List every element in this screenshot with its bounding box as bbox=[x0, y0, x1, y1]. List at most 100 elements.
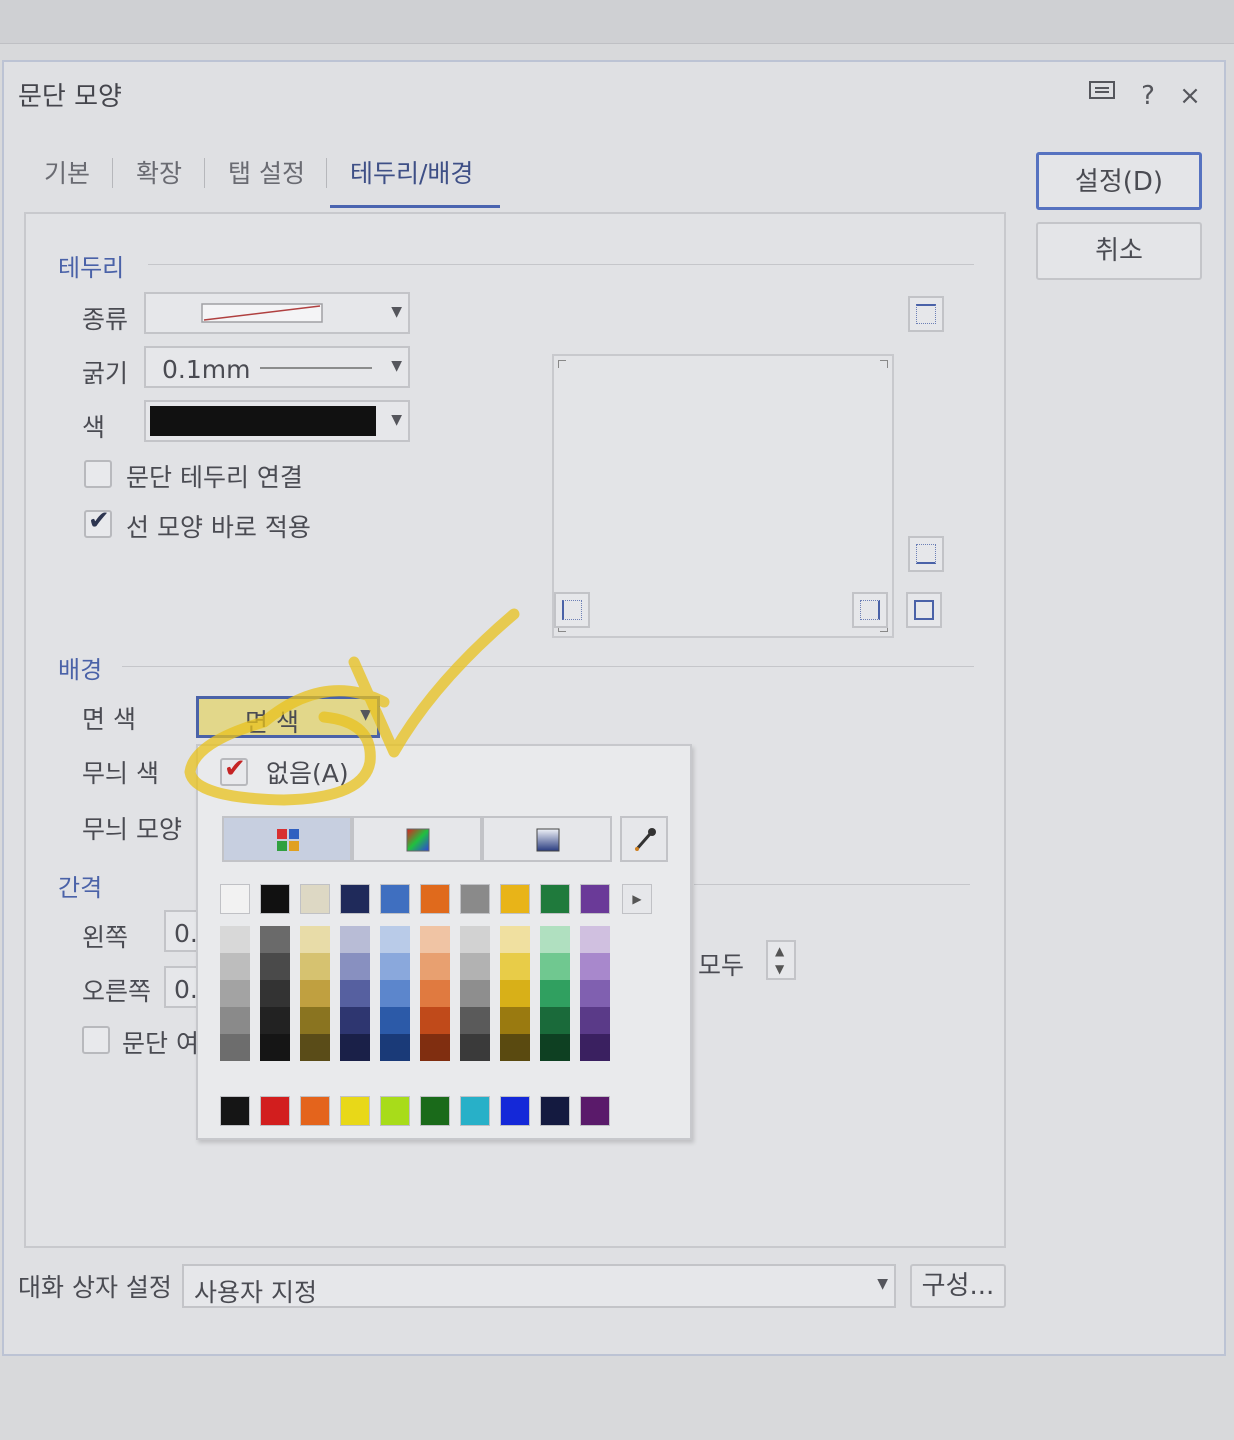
color-swatch[interactable] bbox=[580, 1034, 610, 1061]
border-color-select[interactable]: ▼ bbox=[144, 400, 410, 442]
tab-extended[interactable]: 확장 bbox=[136, 154, 182, 190]
palette-tab-spectrum[interactable] bbox=[352, 816, 482, 862]
color-swatch[interactable] bbox=[580, 926, 610, 953]
color-swatch[interactable] bbox=[220, 1096, 250, 1126]
color-swatch[interactable] bbox=[580, 884, 610, 914]
tab-basic[interactable]: 기본 bbox=[44, 154, 90, 190]
close-icon[interactable]: × bbox=[1172, 78, 1208, 114]
color-swatch[interactable] bbox=[220, 1007, 250, 1034]
color-swatch[interactable] bbox=[220, 884, 250, 914]
color-swatch[interactable] bbox=[500, 1034, 530, 1061]
color-swatch[interactable] bbox=[580, 980, 610, 1007]
color-swatch[interactable] bbox=[220, 980, 250, 1007]
color-swatch[interactable] bbox=[420, 980, 450, 1007]
palette-tab-basic[interactable] bbox=[222, 816, 352, 862]
color-swatch[interactable] bbox=[420, 1034, 450, 1061]
comment-icon[interactable] bbox=[1084, 78, 1120, 114]
color-swatch[interactable] bbox=[540, 953, 570, 980]
bottom-border-button[interactable] bbox=[908, 536, 944, 572]
color-swatch[interactable] bbox=[500, 980, 530, 1007]
face-color-select[interactable]: 면 색 ▼ bbox=[196, 696, 380, 738]
color-swatch[interactable] bbox=[500, 884, 530, 914]
tab-tab-settings[interactable]: 탭 설정 bbox=[228, 154, 305, 190]
no-color-checkbox[interactable]: ✔ bbox=[220, 754, 248, 786]
color-swatch[interactable] bbox=[420, 953, 450, 980]
color-swatch[interactable] bbox=[300, 980, 330, 1007]
color-swatch[interactable] bbox=[420, 1007, 450, 1034]
all-borders-button[interactable] bbox=[906, 592, 942, 628]
color-swatch[interactable] bbox=[380, 1007, 410, 1034]
color-swatch[interactable] bbox=[340, 884, 370, 914]
color-swatch[interactable] bbox=[580, 1007, 610, 1034]
ok-button[interactable]: 설정(D) bbox=[1036, 152, 1202, 210]
color-swatch[interactable] bbox=[340, 926, 370, 953]
color-swatch[interactable] bbox=[500, 1007, 530, 1034]
color-swatch[interactable] bbox=[580, 1096, 610, 1126]
color-swatch[interactable] bbox=[420, 884, 450, 914]
no-color-label[interactable]: 없음(A) bbox=[266, 754, 349, 790]
color-swatch[interactable] bbox=[380, 884, 410, 914]
color-swatch[interactable] bbox=[580, 953, 610, 980]
color-swatch[interactable] bbox=[460, 980, 490, 1007]
color-swatch[interactable] bbox=[380, 980, 410, 1007]
color-swatch[interactable] bbox=[540, 1034, 570, 1061]
color-swatch[interactable] bbox=[460, 1007, 490, 1034]
color-swatch[interactable] bbox=[460, 953, 490, 980]
more-colors-arrow[interactable]: ▶ bbox=[622, 884, 652, 914]
color-swatch[interactable] bbox=[260, 1096, 290, 1126]
color-swatch[interactable] bbox=[340, 1096, 370, 1126]
color-swatch[interactable] bbox=[500, 1096, 530, 1126]
color-swatch[interactable] bbox=[380, 1096, 410, 1126]
color-swatch[interactable] bbox=[300, 1096, 330, 1126]
border-width-select[interactable]: 0.1mm ▼ bbox=[144, 346, 410, 388]
color-swatch[interactable] bbox=[340, 953, 370, 980]
color-swatch[interactable] bbox=[300, 953, 330, 980]
color-swatch[interactable] bbox=[220, 953, 250, 980]
color-swatch[interactable] bbox=[460, 884, 490, 914]
paragraph-option-checkbox[interactable] bbox=[82, 1026, 110, 1054]
border-preview-area[interactable] bbox=[552, 354, 894, 638]
eyedropper-button[interactable] bbox=[620, 816, 668, 862]
color-swatch[interactable] bbox=[260, 926, 290, 953]
palette-tab-gradient[interactable] bbox=[482, 816, 612, 862]
top-border-button[interactable] bbox=[908, 296, 944, 332]
color-swatch[interactable] bbox=[300, 926, 330, 953]
color-swatch[interactable] bbox=[300, 1007, 330, 1034]
all-spacing-spinner[interactable]: ▲ ▼ bbox=[766, 940, 796, 980]
connect-border-checkbox[interactable] bbox=[84, 460, 112, 488]
cancel-button[interactable]: 취소 bbox=[1036, 222, 1202, 280]
color-swatch[interactable] bbox=[460, 926, 490, 953]
preset-select[interactable]: 사용자 지정 ▼ bbox=[182, 1264, 896, 1308]
color-swatch[interactable] bbox=[220, 926, 250, 953]
tab-border-background[interactable]: 테두리/배경 bbox=[350, 154, 473, 190]
color-swatch[interactable] bbox=[340, 1007, 370, 1034]
color-swatch[interactable] bbox=[260, 1007, 290, 1034]
color-swatch[interactable] bbox=[500, 926, 530, 953]
color-swatch[interactable] bbox=[540, 926, 570, 953]
color-swatch[interactable] bbox=[380, 926, 410, 953]
color-swatch[interactable] bbox=[540, 1096, 570, 1126]
color-swatch[interactable] bbox=[260, 884, 290, 914]
color-swatch[interactable] bbox=[300, 1034, 330, 1061]
color-swatch[interactable] bbox=[260, 980, 290, 1007]
color-swatch[interactable] bbox=[300, 884, 330, 914]
right-border-button[interactable] bbox=[852, 592, 888, 628]
color-swatch[interactable] bbox=[540, 1007, 570, 1034]
color-swatch[interactable] bbox=[540, 980, 570, 1007]
apply-line-checkbox[interactable]: ✔ bbox=[84, 506, 112, 538]
color-swatch[interactable] bbox=[460, 1034, 490, 1061]
color-swatch[interactable] bbox=[340, 980, 370, 1007]
border-type-select[interactable]: ▼ bbox=[144, 292, 410, 334]
color-swatch[interactable] bbox=[380, 953, 410, 980]
left-border-button[interactable] bbox=[554, 592, 590, 628]
color-swatch[interactable] bbox=[420, 926, 450, 953]
color-swatch[interactable] bbox=[220, 1034, 250, 1061]
help-icon[interactable]: ? bbox=[1130, 78, 1166, 114]
color-swatch[interactable] bbox=[420, 1096, 450, 1126]
color-swatch[interactable] bbox=[340, 1034, 370, 1061]
color-swatch[interactable] bbox=[380, 1034, 410, 1061]
color-swatch[interactable] bbox=[260, 1034, 290, 1061]
config-button[interactable]: 구성... bbox=[910, 1264, 1006, 1308]
color-swatch[interactable] bbox=[500, 953, 530, 980]
color-swatch[interactable] bbox=[460, 1096, 490, 1126]
